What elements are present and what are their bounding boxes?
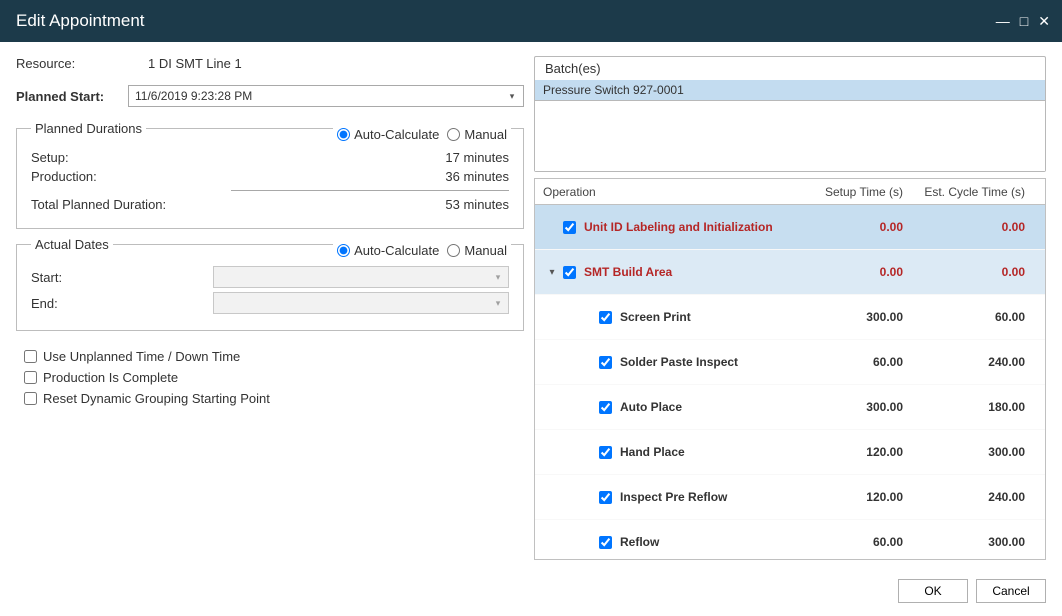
batches-empty-area: [535, 101, 1045, 171]
actual-dates-manual[interactable]: Manual: [447, 243, 507, 258]
planned-start-label: Planned Start:: [16, 89, 116, 104]
total-value: 53 minutes: [445, 197, 509, 212]
window-title: Edit Appointment: [16, 11, 145, 31]
planned-durations-manual-radio[interactable]: [447, 128, 460, 141]
cycle-time: 300.00: [915, 445, 1045, 459]
operation-name: Reflow: [620, 535, 805, 549]
setup-value: 17 minutes: [445, 150, 509, 165]
production-complete-label: Production Is Complete: [43, 370, 178, 385]
planned-start-value: 11/6/2019 9:23:28 PM: [135, 89, 252, 103]
operation-name: Unit ID Labeling and Initialization: [584, 220, 805, 234]
row-checkbox[interactable]: [599, 536, 612, 549]
setup-time: 60.00: [805, 535, 915, 549]
maximize-icon[interactable]: □: [1020, 13, 1028, 29]
operations-grid: Operation Setup Time (s) Est. Cycle Time…: [534, 178, 1046, 560]
production-label: Production:: [31, 169, 97, 184]
operation-name: SMT Build Area: [584, 265, 805, 279]
actual-dates-auto[interactable]: Auto-Calculate: [337, 243, 439, 258]
table-row[interactable]: Unit ID Labeling and Initialization0.000…: [535, 205, 1045, 250]
table-row[interactable]: Solder Paste Inspect60.00240.00: [535, 340, 1045, 385]
table-row[interactable]: Auto Place300.00180.00: [535, 385, 1045, 430]
table-row[interactable]: ▾SMT Build Area0.000.00: [535, 250, 1045, 295]
cycle-time: 180.00: [915, 400, 1045, 414]
grid-body[interactable]: Unit ID Labeling and Initialization0.000…: [535, 205, 1045, 559]
resource-label: Resource:: [16, 56, 116, 71]
actual-dates-auto-radio[interactable]: [337, 244, 350, 257]
table-row[interactable]: Hand Place120.00300.00: [535, 430, 1045, 475]
row-checkbox[interactable]: [599, 356, 612, 369]
operation-name: Inspect Pre Reflow: [620, 490, 805, 504]
expander-icon[interactable]: ▾: [545, 267, 559, 278]
setup-time: 300.00: [805, 400, 915, 414]
actual-end-input: ▾: [213, 292, 509, 314]
cycle-time: 60.00: [915, 310, 1045, 324]
table-row[interactable]: Reflow60.00300.00: [535, 520, 1045, 559]
batches-box: Batch(es) Pressure Switch 927-0001: [534, 56, 1046, 172]
batches-legend: Batch(es): [535, 57, 1045, 80]
divider: [231, 190, 509, 191]
actual-dates-fieldset: Actual Dates Auto-Calculate Manual Start…: [16, 237, 524, 331]
cycle-time: 300.00: [915, 535, 1045, 549]
minimize-icon[interactable]: —: [996, 13, 1010, 29]
row-checkbox[interactable]: [563, 221, 576, 234]
close-icon[interactable]: ✕: [1038, 13, 1050, 30]
reset-grouping-checkbox[interactable]: [24, 392, 37, 405]
use-unplanned-checkbox[interactable]: [24, 350, 37, 363]
planned-durations-auto-radio[interactable]: [337, 128, 350, 141]
row-checkbox[interactable]: [599, 401, 612, 414]
cycle-time: 0.00: [915, 220, 1045, 234]
actual-end-label: End:: [31, 296, 201, 311]
setup-label: Setup:: [31, 150, 69, 165]
operation-name: Screen Print: [620, 310, 805, 324]
planned-durations-legend: Planned Durations: [31, 121, 146, 136]
batch-item[interactable]: Pressure Switch 927-0001: [535, 80, 1045, 101]
planned-durations-auto[interactable]: Auto-Calculate: [337, 127, 439, 142]
cycle-time: 0.00: [915, 265, 1045, 279]
setup-time: 0.00: [805, 220, 915, 234]
table-row[interactable]: Inspect Pre Reflow120.00240.00: [535, 475, 1045, 520]
row-checkbox[interactable]: [563, 266, 576, 279]
setup-time: 60.00: [805, 355, 915, 369]
row-checkbox[interactable]: [599, 446, 612, 459]
total-label: Total Planned Duration:: [31, 197, 166, 212]
actual-start-label: Start:: [31, 270, 201, 285]
operation-name: Auto Place: [620, 400, 805, 414]
chevron-down-icon: ▾: [490, 295, 506, 311]
operation-name: Solder Paste Inspect: [620, 355, 805, 369]
col-header-setup[interactable]: Setup Time (s): [805, 185, 915, 199]
actual-start-input: ▾: [213, 266, 509, 288]
setup-time: 300.00: [805, 310, 915, 324]
production-complete-checkbox[interactable]: [24, 371, 37, 384]
chevron-down-icon: ▾: [505, 89, 519, 103]
row-checkbox[interactable]: [599, 491, 612, 504]
table-row[interactable]: Screen Print300.0060.00: [535, 295, 1045, 340]
use-unplanned-label: Use Unplanned Time / Down Time: [43, 349, 240, 364]
ok-button[interactable]: OK: [898, 579, 968, 603]
setup-time: 0.00: [805, 265, 915, 279]
planned-durations-manual[interactable]: Manual: [447, 127, 507, 142]
resource-value: 1 DI SMT Line 1: [128, 56, 242, 71]
actual-dates-manual-radio[interactable]: [447, 244, 460, 257]
reset-grouping-label: Reset Dynamic Grouping Starting Point: [43, 391, 270, 406]
col-header-operation[interactable]: Operation: [535, 185, 805, 199]
col-header-cycle[interactable]: Est. Cycle Time (s): [915, 185, 1045, 199]
production-value: 36 minutes: [445, 169, 509, 184]
operation-name: Hand Place: [620, 445, 805, 459]
planned-durations-fieldset: Planned Durations Auto-Calculate Manual …: [16, 121, 524, 229]
chevron-down-icon: ▾: [490, 269, 506, 285]
planned-start-combo[interactable]: 11/6/2019 9:23:28 PM ▾: [128, 85, 524, 107]
setup-time: 120.00: [805, 445, 915, 459]
titlebar: Edit Appointment — □ ✕: [0, 0, 1062, 42]
cycle-time: 240.00: [915, 490, 1045, 504]
cancel-button[interactable]: Cancel: [976, 579, 1046, 603]
cycle-time: 240.00: [915, 355, 1045, 369]
actual-dates-legend: Actual Dates: [31, 237, 113, 252]
setup-time: 120.00: [805, 490, 915, 504]
row-checkbox[interactable]: [599, 311, 612, 324]
